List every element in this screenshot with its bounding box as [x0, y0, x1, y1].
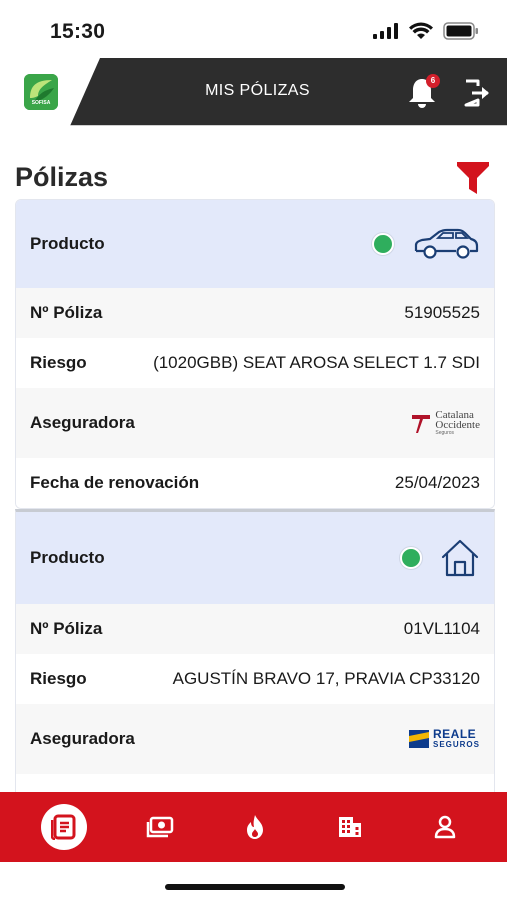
app-logo[interactable]: SOFISA: [24, 74, 58, 110]
renewal-label: Fecha de renovación: [30, 473, 200, 492]
filter-button[interactable]: [456, 160, 490, 196]
bottom-nav: [0, 792, 507, 862]
catalana-line2: Occidente: [435, 419, 480, 431]
risk-row: Riesgo (1020GBB) SEAT AROSA SELECT 1.7 S…: [16, 338, 494, 388]
policy-card[interactable]: Producto Nº Póliza 51905525 Riesgo (1020…: [15, 199, 495, 509]
user-icon: [434, 815, 455, 839]
car-icon: [414, 228, 479, 259]
policy-card[interactable]: Producto Nº Póliza 01VL1104 Riesgo AGUST…: [15, 509, 495, 795]
building-icon: [338, 817, 361, 837]
nav-claims[interactable]: [233, 805, 277, 849]
policy-number-label: Nº Póliza: [30, 619, 103, 638]
risk-label: Riesgo: [30, 353, 87, 372]
product-row: Producto: [16, 512, 494, 604]
policy-number-row: Nº Póliza 01VL1104: [16, 604, 494, 654]
nav-offices[interactable]: [328, 805, 372, 849]
catalana-mark-icon: [412, 415, 431, 433]
flame-icon: [246, 815, 263, 839]
product-label: Producto: [30, 548, 105, 567]
reale-line2: SEGUROS: [432, 740, 480, 749]
policy-number-row: Nº Póliza 51905525: [16, 288, 494, 338]
money-icon: [146, 816, 173, 838]
status-dot: [372, 233, 394, 255]
card-continuation: [16, 774, 494, 794]
notifications-button[interactable]: 6: [407, 74, 440, 110]
insurer-row: Aseguradora REALE SEGUROS: [16, 704, 494, 774]
status-bar: 15:30: [0, 0, 507, 58]
risk-value: (1020GBB) SEAT AROSA SELECT 1.7 SDI: [153, 353, 480, 372]
app-header: SOFISA MIS PÓLIZAS 6: [0, 58, 507, 126]
logo-text: SOFISA: [31, 100, 51, 106]
status-icons: [373, 22, 479, 40]
status-dot: [400, 547, 422, 569]
nav-payments[interactable]: [138, 805, 182, 849]
insurer-logo-reale: REALE SEGUROS: [408, 727, 480, 749]
wifi-icon: [409, 22, 433, 39]
page-title: Pólizas: [15, 162, 109, 192]
policy-number-value: 01VL1104: [403, 619, 480, 638]
reale-mark-icon: [408, 730, 429, 748]
renewal-value: 25/04/2023: [394, 473, 480, 492]
risk-row: Riesgo AGUSTÍN BRAVO 17, PRAVIA CP33120: [16, 654, 494, 704]
battery-icon: [443, 22, 478, 40]
logout-button[interactable]: [462, 78, 492, 108]
notification-badge: 6: [426, 74, 440, 88]
header-title: MIS PÓLIZAS: [205, 82, 310, 99]
insurer-row: Aseguradora Catalana Occidente Seguros: [16, 388, 494, 458]
renewal-row: Fecha de renovación 25/04/2023: [16, 458, 494, 508]
nav-profile[interactable]: [423, 805, 467, 849]
home-indicator[interactable]: [165, 884, 345, 890]
reale-line1: REALE: [432, 727, 477, 741]
status-time: 15:30: [50, 20, 106, 43]
policy-number-label: Nº Póliza: [30, 303, 103, 322]
logout-icon: [464, 79, 489, 107]
signal-icon: [373, 23, 398, 39]
risk-value: AGUSTÍN BRAVO 17, PRAVIA CP33120: [172, 669, 480, 688]
house-icon: [441, 539, 479, 577]
product-indicators: [400, 538, 480, 578]
policies-icon: [50, 814, 75, 840]
product-indicators: [372, 227, 480, 261]
insurer-logo-catalana: Catalana Occidente Seguros: [411, 410, 480, 436]
insurer-label: Aseguradora: [30, 729, 135, 748]
policy-number-value: 51905525: [404, 303, 480, 322]
risk-label: Riesgo: [30, 669, 87, 688]
filter-icon: [457, 162, 489, 194]
nav-policies[interactable]: [40, 804, 87, 850]
product-row: Producto: [16, 200, 494, 288]
policy-list: Producto Nº Póliza 51905525 Riesgo (1020…: [15, 199, 495, 795]
product-label: Producto: [30, 234, 105, 253]
insurer-label: Aseguradora: [30, 413, 135, 432]
